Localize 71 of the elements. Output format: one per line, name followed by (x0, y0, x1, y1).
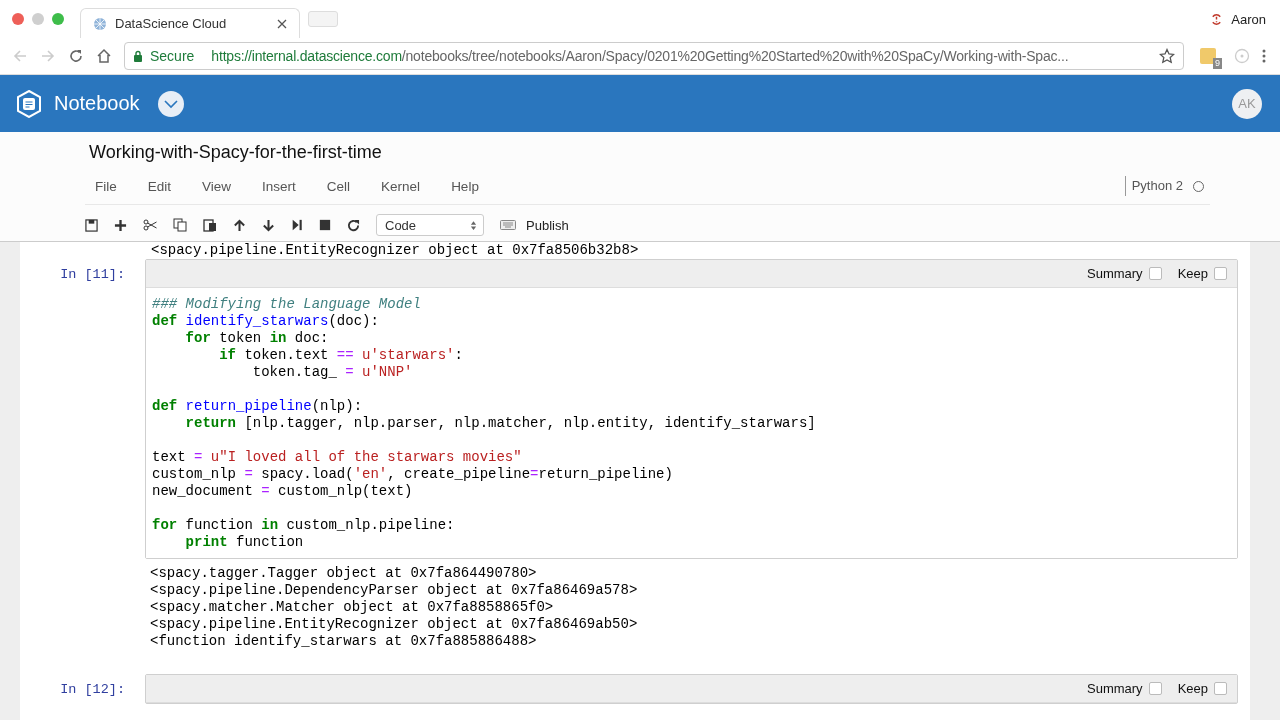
code-line: ### Modifying the Language Model (152, 296, 422, 313)
home-icon[interactable] (96, 48, 112, 64)
plus-icon[interactable] (114, 218, 127, 232)
step-forward-icon[interactable] (291, 219, 303, 231)
code-cell[interactable]: Summary Keep (145, 674, 1238, 704)
extension-badge: 9 (1213, 58, 1222, 69)
star-icon[interactable] (1159, 48, 1175, 64)
keep-checkbox[interactable] (1214, 267, 1227, 280)
lock-icon (133, 50, 143, 62)
summary-checkbox[interactable] (1148, 267, 1162, 280)
menu-item[interactable]: Edit (137, 178, 182, 194)
output-line: <spacy.tagger.Tagger object at 0x7fa864490780> (150, 565, 538, 582)
summary-label: Summary (1087, 681, 1143, 696)
summary-label: Summary (1087, 266, 1143, 281)
keep-checkbox[interactable] (1214, 682, 1227, 695)
paste-icon[interactable] (203, 218, 217, 232)
browser-tab[interactable]: DataScience Cloud (80, 8, 300, 38)
code-cell[interactable] (145, 259, 1238, 559)
keyboard-icon[interactable] (500, 220, 516, 230)
notebook-logo-icon (16, 89, 42, 118)
menu-item[interactable]: Help (441, 178, 489, 194)
copy-icon[interactable] (173, 218, 187, 232)
menu-item[interactable]: Kernel (371, 178, 431, 194)
arrow-up-icon[interactable] (233, 218, 246, 232)
menu-item[interactable]: View (192, 178, 242, 194)
menu-item[interactable]: Cell (316, 178, 361, 194)
code-line: if token.text == u'starwars': (218, 347, 464, 364)
code-line: for function in custom_nlp.pipeline: (152, 517, 456, 534)
notebook-title[interactable]: Working-with-Spacy-for-the-first-time (85, 132, 1210, 168)
code-line: token.tag_ = u'NNP' (251, 364, 414, 381)
code-line: new_document = custom_nlp(text) (152, 483, 414, 500)
code-line: def return_pipeline(nlp): (152, 398, 364, 415)
arrow-down-icon[interactable] (262, 218, 275, 232)
publish-button[interactable]: Publish (526, 217, 569, 233)
code-line: text = u"I loved all of the starwars movies" (152, 449, 523, 466)
menu-item[interactable]: Insert (252, 178, 306, 194)
keep-label: Keep (1177, 266, 1208, 281)
globe-icon (93, 16, 107, 31)
code-line: custom_nlp = spacy.load('en', create_pipeline=return_pipeline) (152, 466, 674, 483)
select-arrows-icon (470, 219, 477, 231)
code-line: for token in doc: (184, 330, 330, 347)
kernel-name: Python 2 (1124, 176, 1183, 196)
chevron-down-icon[interactable] (157, 90, 184, 117)
close-icon[interactable] (277, 18, 287, 29)
code-line: return [nlp.tagger, nlp.parser, nlp.matcher, nlp.entity, identify_starwars] (184, 415, 817, 432)
code-line: def identify_starwars(doc): (152, 313, 380, 330)
menu-item[interactable]: File (85, 178, 127, 194)
output-line: <spacy.pipeline.EntityRecognizer object at 0x7fa8506b32b8> (150, 242, 640, 259)
profile-name[interactable]: Aaron (1231, 11, 1266, 27)
scissors-icon[interactable] (143, 218, 157, 232)
keep-label: Keep (1177, 681, 1208, 696)
app-name: Notebook (54, 92, 140, 115)
output-line: <function identify_starwars at 0x7fa885886488> (150, 633, 538, 650)
code-line: print function (184, 534, 305, 551)
stop-icon[interactable] (319, 219, 331, 231)
cell-type-select[interactable]: Code (376, 214, 484, 236)
url-text: https://internal.datascience.com/notebooks/tree/notebooks/Aaron/Spacy/0201%20Getting%20Started%20with%20SpaCy/Working-with-Spac... (211, 48, 1070, 64)
output-line: <spacy.pipeline.DependencyParser object at 0x7fa86469a578> (150, 582, 639, 599)
close-window-button[interactable] (12, 13, 24, 25)
output-line: <spacy.matcher.Matcher object at 0x7fa8858865f0> (150, 599, 555, 616)
secure-label: Secure (150, 48, 195, 64)
summary-checkbox[interactable] (1148, 682, 1162, 695)
reload-icon[interactable] (68, 48, 84, 64)
cell-prompt: In [12]: (59, 681, 126, 699)
address-field[interactable]: Secure https://internal.datascience.com/notebooks/tree/notebooks/Aaron/Spacy/0201%20Getting%20Started%20with%20SpaCy/Working-with-Spac... (124, 42, 1184, 70)
save-icon[interactable] (85, 218, 98, 232)
restart-icon[interactable] (347, 218, 360, 232)
output-line: <spacy.pipeline.EntityRecognizer object at 0x7fa86469ab50> (150, 616, 639, 633)
cell-prompt: In [11]: (59, 266, 126, 284)
menu-icon[interactable] (1262, 48, 1266, 64)
sync-icon (1210, 12, 1224, 26)
